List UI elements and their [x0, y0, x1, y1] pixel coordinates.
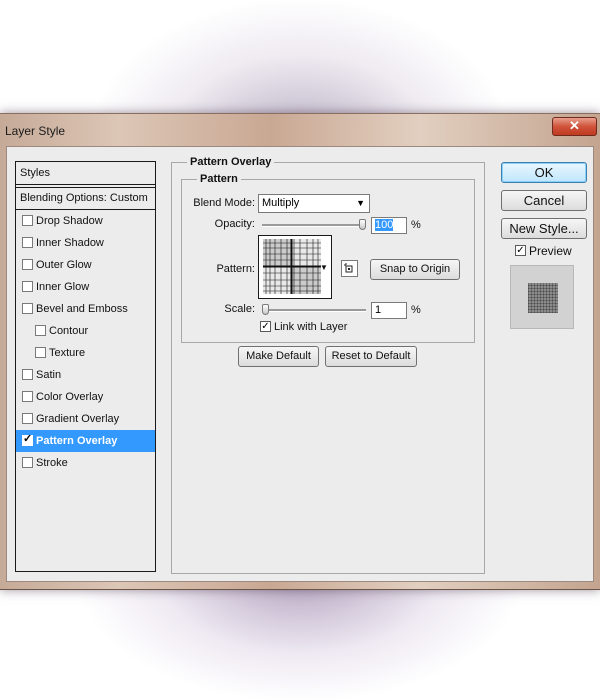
preview-label: Preview: [529, 244, 572, 258]
sidebar-item-label: Drop Shadow: [36, 215, 103, 227]
preview-checkbox[interactable]: ✓: [515, 245, 526, 256]
sidebar-item-bevel-and-emboss[interactable]: Bevel and Emboss: [16, 298, 155, 320]
opacity-unit: %: [411, 219, 421, 231]
effect-checkbox[interactable]: [22, 259, 33, 270]
effect-checkbox[interactable]: [22, 215, 33, 226]
snap-to-origin-button[interactable]: Snap to Origin: [370, 259, 460, 280]
backdrop-glow-bottom: [80, 575, 520, 700]
preview-pattern-square: [528, 283, 558, 313]
checkmark-icon: ✓: [516, 245, 525, 256]
sidebar-item-label: Stroke: [36, 457, 68, 469]
scale-slider-thumb[interactable]: [262, 304, 269, 315]
effect-checkbox[interactable]: [22, 457, 33, 468]
sidebar-item-inner-glow[interactable]: Inner Glow: [16, 276, 155, 298]
effect-checkbox[interactable]: [22, 413, 33, 424]
scale-input[interactable]: 1: [371, 302, 407, 319]
sidebar-item-inner-shadow[interactable]: Inner Shadow: [16, 232, 155, 254]
link-with-layer-checkbox[interactable]: ✓: [260, 321, 271, 332]
styles-header-label: Styles: [20, 167, 50, 179]
effect-checkbox[interactable]: [22, 281, 33, 292]
sidebar-item-color-overlay[interactable]: Color Overlay: [16, 386, 155, 408]
make-default-label: Make Default: [246, 350, 311, 362]
sidebar-item-label: Inner Shadow: [36, 237, 104, 249]
pattern-label: Pattern:: [216, 263, 255, 275]
sidebar-item-label: Gradient Overlay: [36, 413, 120, 425]
styles-header[interactable]: Styles: [16, 162, 155, 184]
chevron-down-icon: ▼: [356, 198, 365, 208]
sidebar-item-stroke[interactable]: Stroke: [16, 452, 155, 474]
snap-to-origin-label: Snap to Origin: [379, 263, 451, 275]
cancel-button[interactable]: Cancel: [501, 190, 587, 211]
sidebar-divider: [16, 184, 155, 185]
sidebar-item-label: Satin: [36, 369, 62, 381]
opacity-slider-thumb[interactable]: [359, 219, 366, 230]
new-preset-button[interactable]: [341, 260, 358, 277]
reset-to-default-button[interactable]: Reset to Default: [325, 346, 417, 367]
link-with-layer-label: Link with Layer: [274, 321, 348, 333]
reset-to-default-label: Reset to Default: [331, 350, 411, 362]
close-icon: ✕: [569, 118, 580, 133]
style-preview: [510, 265, 574, 329]
checkmark-icon: ✓: [261, 321, 270, 332]
close-button[interactable]: ✕: [552, 117, 597, 136]
sidebar-item-label: Color Overlay: [36, 391, 104, 403]
layer-style-dialog: Layer Style ✕ Styles Blending Options: C…: [0, 113, 600, 590]
blending-options-item[interactable]: Blending Options: Custom: [16, 187, 155, 209]
scale-slider-track[interactable]: [262, 309, 366, 312]
dialog-body: Styles Blending Options: Custom Drop Sha…: [6, 146, 594, 582]
new-style-label: New Style...: [509, 221, 579, 236]
effect-checkbox[interactable]: [22, 303, 33, 314]
ok-label: OK: [534, 165, 554, 180]
blend-mode-value: Multiply: [262, 197, 300, 209]
sidebar-item-label: Pattern Overlay: [36, 435, 118, 447]
pattern-thumbnail: [263, 239, 321, 294]
sidebar-item-texture[interactable]: Texture: [16, 342, 155, 364]
ok-button[interactable]: OK: [501, 162, 587, 183]
new-style-button[interactable]: New Style...: [501, 218, 587, 239]
blending-options-label: Blending Options: Custom: [20, 192, 148, 204]
sidebar-item-label: Inner Glow: [36, 281, 90, 293]
scale-value: 1: [375, 304, 382, 316]
opacity-value: 100: [375, 219, 394, 231]
cancel-label: Cancel: [523, 193, 565, 208]
opacity-slider-track[interactable]: [262, 224, 366, 227]
make-default-button[interactable]: Make Default: [238, 346, 319, 367]
pattern-subgroup-title: Pattern: [197, 173, 241, 185]
window-title: Layer Style: [5, 124, 66, 138]
effect-checkbox[interactable]: [22, 237, 33, 248]
opacity-input[interactable]: 100: [371, 217, 407, 234]
pattern-overlay-title: Pattern Overlay: [187, 156, 275, 168]
sidebar-item-pattern-overlay[interactable]: ✓ Pattern Overlay: [16, 430, 155, 452]
effect-checkbox[interactable]: [22, 369, 33, 380]
pattern-dropdown-icon[interactable]: ▼: [320, 263, 328, 272]
sidebar-item-contour[interactable]: Contour: [16, 320, 155, 342]
blend-mode-label: Blend Mode:: [193, 197, 255, 209]
effect-checkbox[interactable]: [35, 325, 46, 336]
sidebar-item-satin[interactable]: Satin: [16, 364, 155, 386]
styles-list: Styles Blending Options: Custom Drop Sha…: [15, 161, 156, 572]
sidebar-item-outer-glow[interactable]: Outer Glow: [16, 254, 155, 276]
scale-label: Scale:: [224, 303, 255, 315]
sidebar-item-label: Contour: [49, 325, 89, 337]
sidebar-item-drop-shadow[interactable]: Drop Shadow: [16, 210, 155, 232]
sidebar-item-label: Outer Glow: [36, 259, 92, 271]
sidebar-item-gradient-overlay[interactable]: Gradient Overlay: [16, 408, 155, 430]
scale-unit: %: [411, 304, 421, 316]
new-preset-icon: [344, 263, 353, 273]
opacity-label: Opacity:: [214, 218, 255, 230]
checkmark-icon: ✓: [23, 433, 33, 445]
effect-checkbox[interactable]: [35, 347, 46, 358]
title-bar[interactable]: Layer Style ✕: [0, 114, 600, 146]
effect-checkbox[interactable]: [22, 391, 33, 402]
sidebar-item-label: Bevel and Emboss: [36, 303, 128, 315]
sidebar-item-label: Texture: [49, 347, 86, 359]
effect-checkbox[interactable]: ✓: [22, 433, 33, 446]
blend-mode-select[interactable]: Multiply ▼: [258, 194, 370, 213]
